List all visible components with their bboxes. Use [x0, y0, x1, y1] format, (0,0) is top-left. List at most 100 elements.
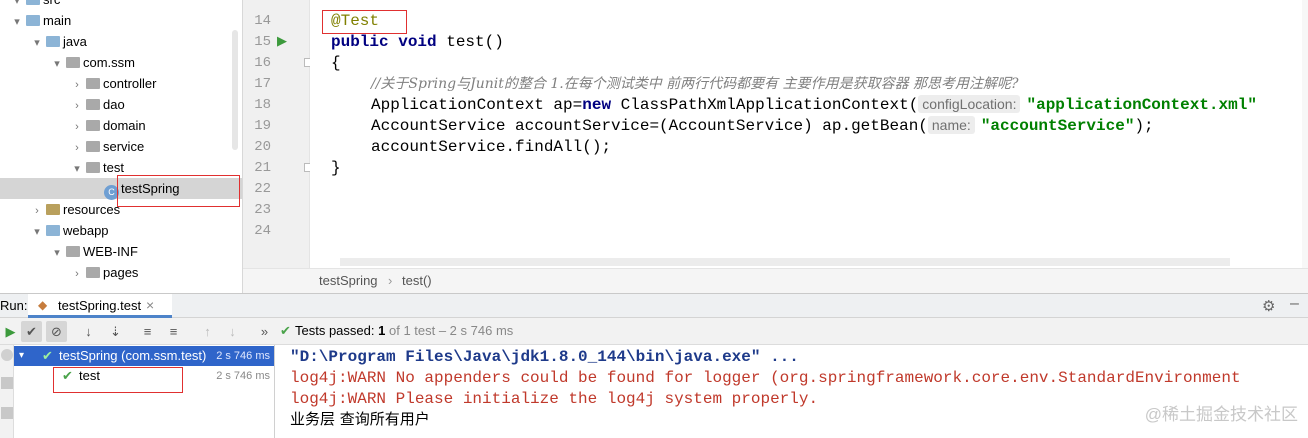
test-suite-label: testSpring (com.ssm.test) [59, 348, 207, 363]
run-test-icon[interactable]: ▶ [274, 33, 290, 49]
code-line-20: accountService.findAll(); [371, 138, 612, 156]
chevron-down-icon[interactable]: ▾ [50, 243, 64, 264]
tree-item-web-inf[interactable]: ▾ WEB-INF [0, 241, 242, 264]
editor-horizontal-scrollbar[interactable] [340, 258, 1230, 266]
passed-check-icon: ✔ [42, 348, 53, 363]
chevron-down-icon: ▾ [19, 350, 25, 361]
previous-failed-icon[interactable]: ↑ [197, 321, 218, 342]
project-tree: ▾src▾main▾java▾com.ssm›controller›dao›do… [0, 0, 243, 293]
folder-icon [86, 141, 100, 152]
breadcrumb-class[interactable]: testSpring [319, 269, 378, 293]
tree-scrollbar[interactable] [232, 30, 238, 150]
show-passed-icon[interactable]: ✔ [21, 321, 42, 342]
breadcrumb-separator: › [388, 273, 393, 288]
console-line-warn: log4j:WARN No appenders could be found f… [290, 369, 1241, 387]
pin-icon[interactable] [1, 377, 13, 389]
sort-alpha-icon[interactable]: ↓ [78, 321, 99, 342]
tree-item-main[interactable]: ▾ main [0, 10, 242, 33]
code-line-17: //关于Spring与Junit的整合 1.在每个测试类中 前两行代码都要有 主… [371, 74, 1019, 95]
line-number: 23 [254, 202, 271, 218]
line-number: 20 [254, 139, 271, 155]
line-number: 18 [254, 97, 271, 113]
stop-icon[interactable] [1, 349, 13, 361]
line-number: 21 [254, 160, 271, 176]
highlight-box [117, 175, 240, 207]
folder-icon [86, 99, 100, 110]
tree-item-label: controller [103, 76, 157, 91]
tree-item-dao[interactable]: › dao [0, 94, 242, 117]
tree-item-com-ssm[interactable]: ▾ com.ssm [0, 52, 242, 75]
tree-item-label: domain [103, 118, 146, 133]
folder-icon [46, 36, 60, 47]
tree-item-pages[interactable]: › pages [0, 262, 242, 285]
tree-item-label: service [103, 139, 145, 154]
line-number: 24 [254, 223, 271, 239]
code-editor[interactable]: @Test public void test() { //关于Spring与Ju… [310, 0, 1308, 268]
console-line-output: 业务层 查询所有用户 [290, 410, 430, 428]
line-number: 22 [254, 181, 271, 197]
run-tool-window-header: Run: ◆ testSpring.test × ⚙ – [0, 293, 1308, 318]
tree-item-controller[interactable]: › controller [0, 73, 242, 96]
code-line-21: } [331, 159, 341, 177]
chevron-right-icon[interactable]: › [30, 201, 44, 222]
tree-item-label: WEB-INF [83, 244, 138, 259]
run-side-toolbar [0, 345, 14, 438]
chevron-right-icon[interactable]: › [70, 138, 84, 159]
tree-item-label: dao [103, 97, 125, 112]
tests-status: Tests passed: 1 of 1 test – 2 s 746 ms [295, 323, 514, 338]
rerun-icon[interactable]: ▶ [0, 321, 21, 342]
param-hint: name: [927, 116, 975, 134]
code-line-15: public void test() [331, 33, 504, 51]
test-case-time: 2 s 746 ms [216, 370, 270, 382]
folder-icon [26, 0, 40, 5]
tree-item-domain[interactable]: › domain [0, 115, 242, 138]
tree-item-java[interactable]: ▾ java [0, 31, 242, 54]
test-suite-row[interactable]: ▾ ✔ testSpring (com.ssm.test) 2 s 746 ms [14, 346, 274, 366]
show-ignored-icon[interactable]: ⊘ [46, 321, 67, 342]
chevron-right-icon[interactable]: › [70, 117, 84, 138]
chevron-right-icon[interactable]: › [70, 264, 84, 285]
chevron-down-icon[interactable]: ▾ [10, 12, 24, 33]
layout-icon[interactable] [1, 407, 13, 419]
collapse-all-icon[interactable]: ≡ [163, 321, 184, 342]
tree-item-webapp[interactable]: ▾ webapp [0, 220, 242, 243]
editor-gutter: 14 15 16 17 18 19 20 21 22 23 24 ▶ [243, 0, 313, 268]
gear-icon[interactable]: ⚙ [1262, 297, 1275, 315]
run-tab[interactable]: ◆ testSpring.test × [28, 294, 172, 318]
line-number: 15 [254, 34, 271, 50]
folder-icon [86, 120, 100, 131]
tree-item-src[interactable]: ▾src [0, 0, 242, 10]
run-toolbar: ▶ ✔ ⊘ ↓ ⇣ ≡ ≡ ↑ ↓ » ✔ Tests passed: 1 of… [0, 318, 1308, 345]
folder-icon [26, 15, 40, 26]
console-line-warn: log4j:WARN Please initialize the log4j s… [290, 390, 819, 408]
next-failed-icon[interactable]: ↓ [222, 321, 243, 342]
tree-item-label: webapp [63, 223, 109, 238]
line-number: 16 [254, 55, 271, 71]
chevron-down-icon[interactable]: ▾ [30, 222, 44, 243]
code-line-18: ApplicationContext ap=new ClassPathXmlAp… [371, 95, 1257, 114]
folder-icon [86, 267, 100, 278]
chevron-down-icon[interactable]: ▾ [30, 33, 44, 54]
more-icon[interactable]: » [254, 321, 275, 342]
sort-duration-icon[interactable]: ⇣ [105, 321, 126, 342]
chevron-down-icon[interactable]: ▾ [50, 54, 64, 75]
watermark: @稀土掘金技术社区 [1144, 405, 1298, 424]
minimize-icon[interactable]: – [1290, 295, 1299, 313]
chevron-right-icon[interactable]: › [70, 75, 84, 96]
tree-item-label: resources [63, 202, 121, 217]
folder-icon [86, 78, 100, 89]
folder-icon [66, 57, 80, 68]
chevron-right-icon[interactable]: › [70, 96, 84, 117]
folder-icon [46, 225, 60, 236]
breadcrumb-method[interactable]: test() [402, 269, 432, 293]
folder-icon [46, 204, 60, 215]
expand-all-icon[interactable]: ≡ [137, 321, 158, 342]
breadcrumb: testSpring › test() [243, 268, 1308, 293]
console-line-command: "D:\Program Files\Java\jdk1.8.0_144\bin\… [290, 348, 799, 366]
code-line-16: { [331, 54, 341, 72]
folder-icon [66, 246, 80, 257]
close-icon[interactable]: × [146, 297, 154, 313]
editor-vertical-scrollbar[interactable] [1302, 0, 1308, 268]
chevron-down-icon[interactable]: ▾ [70, 159, 84, 180]
tree-item-service[interactable]: › service [0, 136, 242, 159]
